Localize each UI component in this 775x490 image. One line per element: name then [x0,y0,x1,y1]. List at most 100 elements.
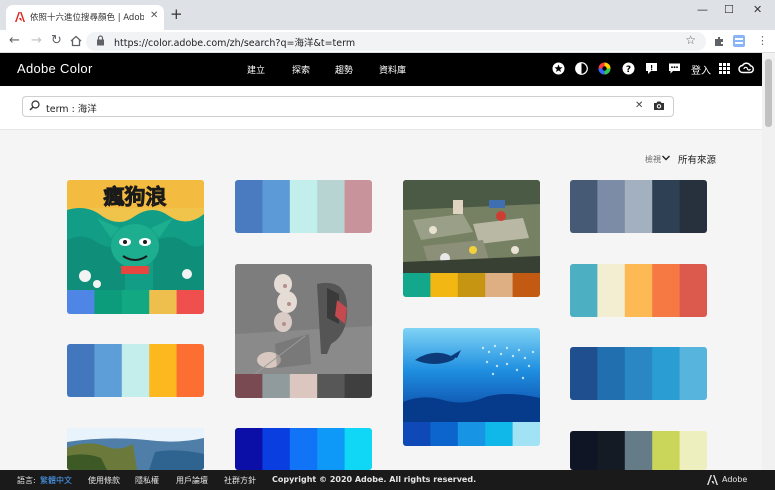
site-logo[interactable]: Adobe Color [17,61,93,76]
color-swatch [679,180,707,233]
theme-card-sculpture[interactable] [235,264,372,398]
color-swatch [485,422,514,446]
color-swatch [652,180,681,233]
nav-explore[interactable]: 探索 [292,63,310,76]
scrollbar-thumb[interactable] [765,59,772,127]
apps-grid-icon[interactable] [718,62,731,75]
theme-card-palette[interactable] [67,344,204,397]
color-swatch [624,180,653,233]
color-swatch [289,428,318,470]
star-icon[interactable]: ☆ [685,33,696,47]
adobe-favicon-icon [14,11,26,23]
color-swatch [570,264,598,317]
coast-thumbnail [67,428,204,470]
theme-card-illustration[interactable]: 瘋狗浪 [67,180,204,314]
color-swatch [317,428,346,470]
close-window-button[interactable]: ✕ [753,3,762,16]
theme-card-palette[interactable] [570,180,707,233]
search-input[interactable]: term : 海洋 ✕ [22,96,674,117]
help-icon[interactable]: ? [622,62,635,75]
address-bar[interactable]: https://color.adobe.com/zh/search?q=海洋&t… [86,32,706,51]
search-results-page: term : 海洋 ✕ 檢視 所有來源 瘋狗浪 [0,86,762,470]
feedback-icon[interactable] [645,62,658,75]
color-swatch [597,180,626,233]
nav-create[interactable]: 建立 [247,63,265,76]
color-swatch [570,180,598,233]
home-icon[interactable] [70,35,82,47]
sculpture-thumbnail [235,264,372,374]
color-swatch [67,290,95,314]
theme-card-palette[interactable] [570,431,707,470]
color-swatch [679,264,707,317]
search-query: term : 海洋 [46,104,97,115]
tab-close-icon[interactable]: ✕ [150,10,158,21]
back-arrow-icon[interactable]: ← [9,33,20,48]
chat-icon[interactable] [668,62,681,75]
theme-card-underwater[interactable] [403,328,540,446]
nav-library[interactable]: 資料庫 [379,63,406,76]
color-swatch [624,347,653,400]
new-tab-button[interactable]: + [170,7,183,22]
language-selector[interactable]: 繁體中文 [40,475,72,486]
profile-icon[interactable] [732,33,746,49]
minimize-button[interactable]: — [697,3,708,16]
lock-icon [97,35,104,46]
theme-card-palette[interactable] [570,347,707,400]
color-swatch [457,422,486,446]
palette-strip [235,374,372,398]
palette-swatches [570,264,707,317]
theme-card-palette[interactable] [235,180,372,233]
color-swatch [344,374,372,398]
color-wheel-icon[interactable] [598,62,611,75]
browser-toolbar: ← → ↻ https://color.adobe.com/zh/search?… [0,30,775,53]
theme-card-palette[interactable] [570,264,707,317]
palette-strip [403,422,540,446]
color-swatch [403,422,431,446]
color-swatch [262,428,291,470]
url-text: https://color.adobe.com/zh/search?q=海洋&t… [114,38,356,49]
theme-card-palette[interactable] [235,428,372,470]
color-swatch [597,347,626,400]
color-swatch [457,273,486,297]
palette-swatches [403,422,540,446]
creative-cloud-icon[interactable] [738,62,755,75]
login-button[interactable]: 登入 [691,62,711,77]
palette-strip [403,273,540,297]
clear-search-icon[interactable]: ✕ [635,100,643,111]
color-swatch [597,431,626,470]
footer-link-terms[interactable]: 使用條款 [88,475,120,486]
color-swatch [512,273,540,297]
chevron-down-icon[interactable] [662,155,670,161]
contrast-icon[interactable] [575,62,588,75]
color-swatch [121,344,150,397]
browser-tab[interactable]: 依照十六進位搜尋顏色 | Adobe C ✕ [6,5,164,30]
source-filter[interactable]: 所有來源 [678,152,716,166]
site-footer: 語言: 繁體中文 使用條款 隱私權 用戶論壇 社群方針 Copyright © … [0,470,775,490]
color-swatch [262,180,291,233]
color-swatch [67,344,95,397]
color-swatch [624,431,653,470]
palette-swatches [67,290,204,314]
footer-link-privacy[interactable]: 隱私權 [135,475,159,486]
color-swatch [317,180,346,233]
language-label: 語言: [17,476,36,485]
page-scrollbar[interactable] [762,53,775,470]
nav-trends[interactable]: 趨勢 [335,63,353,76]
color-swatch [430,422,459,446]
maximize-button[interactable]: ☐ [724,3,734,16]
color-swatch [344,428,372,470]
palette-swatches [235,374,372,398]
footer-link-forums[interactable]: 用戶論壇 [176,475,208,486]
menu-icon[interactable]: ⋮ [757,34,768,47]
footer-link-guidelines[interactable]: 社群方針 [224,475,256,486]
search-bar-container: term : 海洋 ✕ [0,86,762,130]
svg-text:瘋狗浪: 瘋狗浪 [103,185,167,209]
reload-icon[interactable]: ↻ [51,33,62,48]
theme-card-coast[interactable] [67,428,204,470]
sort-label[interactable]: 檢視 [645,154,661,165]
camera-icon[interactable] [653,100,665,111]
extensions-icon[interactable] [713,35,725,47]
badge-icon[interactable] [552,62,565,75]
forward-arrow-icon[interactable]: → [31,33,42,48]
theme-card-debris[interactable] [403,180,540,297]
